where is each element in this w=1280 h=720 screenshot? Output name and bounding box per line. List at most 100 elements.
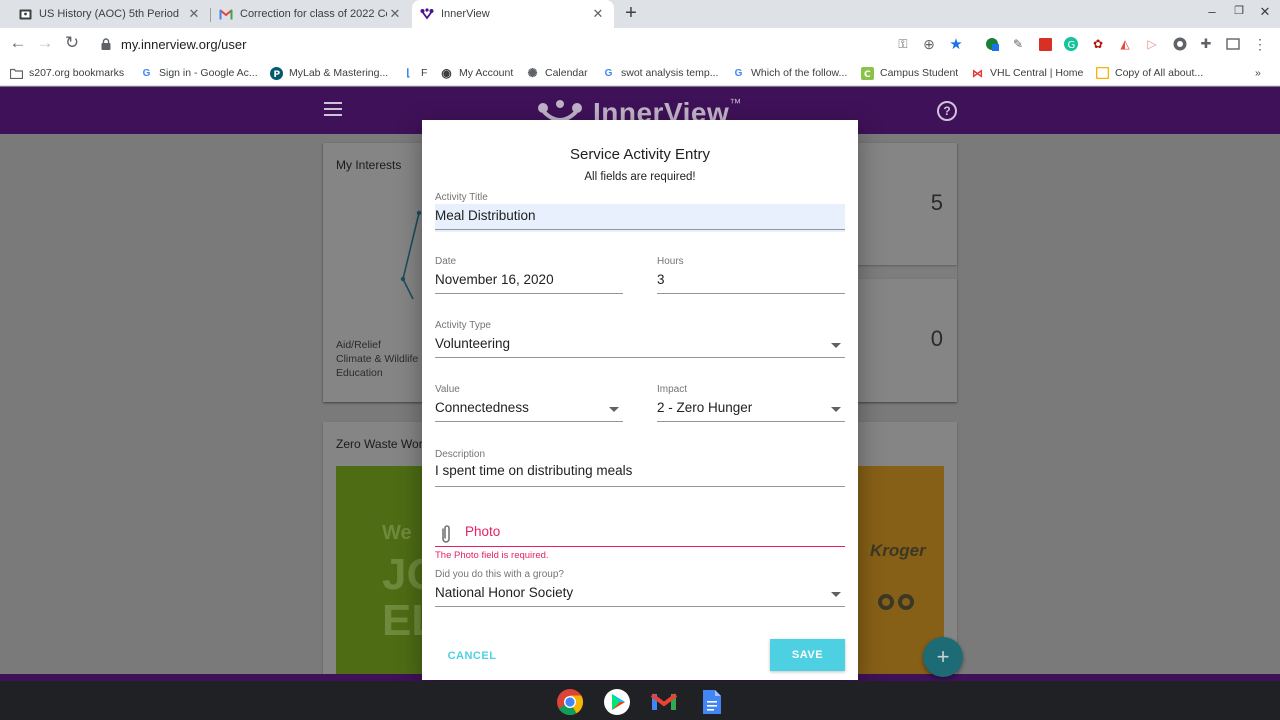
stat-card: 0 [858,279,957,402]
help-icon[interactable]: ? [937,101,957,121]
minimize-icon[interactable]: – [1203,4,1221,19]
chrome-icon[interactable] [556,688,584,716]
bookmark-item[interactable]: G Sign in - Google Ac... [140,64,258,82]
bookmarks-overflow-icon[interactable]: » [1255,64,1261,82]
forward-icon[interactable]: → [35,33,55,53]
dropdown-arrow-icon[interactable] [831,407,841,412]
field-label: Activity Title [435,192,488,203]
bookmark-label: Sign in - Google Ac... [159,67,258,79]
group-select-value: National Honor Society [435,585,574,600]
extension-icon[interactable]: ▷ [1144,36,1160,52]
stat-value: 0 [930,326,943,351]
bookmark-item[interactable]: P MyLab & Mastering... [270,64,388,82]
activity-title-field[interactable]: Activity Title Meal Distribution [435,192,845,232]
field-label: Hours [657,256,684,267]
address-bar[interactable]: my.innerview.org/user [92,30,972,58]
close-tab-icon[interactable]: ✕ [590,6,606,22]
close-window-icon[interactable]: ✕ [1256,4,1274,20]
field-underline [435,357,845,358]
bookmark-label: s207.org bookmarks [29,67,125,79]
close-tab-icon[interactable]: ✕ [186,6,202,22]
promo-banner: We JO EL [336,466,428,674]
close-tab-icon[interactable]: ✕ [387,6,403,22]
field-underline [435,606,845,607]
zoom-icon[interactable]: ⊕ [921,36,937,52]
globe-icon: ◉ [441,66,452,80]
activity-title-input[interactable]: Meal Distribution [435,208,536,223]
grammarly-icon[interactable]: G [1063,36,1079,52]
hours-input[interactable]: 3 [657,272,665,287]
bookmark-item[interactable]: ⌊ F [402,64,428,82]
terracycle-logo-icon [878,594,915,610]
bookmark-label: Campus Student [880,67,959,79]
dropdown-arrow-icon[interactable] [609,407,619,412]
campus-icon: C [861,66,874,80]
slides-icon [1096,67,1109,80]
back-icon[interactable]: ← [8,33,28,53]
photo-upload-field[interactable]: Photo [465,524,500,539]
lock-icon [101,38,111,50]
reload-icon[interactable]: ↻ [62,33,82,53]
restore-icon[interactable]: ❐ [1230,4,1248,17]
docs-icon[interactable] [697,688,725,716]
description-field[interactable]: Description I spent time on distributing… [435,449,845,487]
extension-icon[interactable] [984,36,1000,52]
field-underline [435,229,845,230]
bookmark-label: Calendar [545,67,588,79]
new-tab-icon[interactable]: + [622,3,640,23]
key-icon[interactable]: ⚿ [895,36,911,52]
bookmark-item[interactable]: C Campus Student [861,64,958,82]
bookmark-star-icon[interactable]: ★ [948,36,964,53]
puzzle-icon[interactable]: ✚ [1198,36,1214,52]
date-field[interactable]: Date November 16, 2020 [435,256,623,294]
extension-icon[interactable]: ✿ [1090,36,1106,52]
play-store-icon[interactable] [603,688,631,716]
bookmark-item[interactable]: ✺ Calendar [526,64,588,82]
activity-type-select[interactable]: Activity Type Volunteering [435,320,845,358]
card-title: Zero Waste Wor [336,437,423,451]
google-icon: G [604,67,613,79]
tab-strip: US History (AOC) 5th Period ✕ Correction… [0,0,1280,28]
tab-gmail-correction[interactable]: Correction for class of 2022 Cou ✕ [211,0,411,28]
field-underline [435,486,845,487]
bookmark-item[interactable]: ◉ My Account [440,64,513,82]
bookmark-item[interactable]: G Which of the follow... [732,64,848,82]
bookmark-item[interactable]: Copy of All about... [1096,64,1203,82]
svg-text:C: C [864,70,871,80]
pearson-icon: P [270,66,283,80]
bookmark-item[interactable]: ⋈ VHL Central | Home [971,64,1083,82]
legend-item: Education [336,367,383,379]
group-select[interactable]: Did you do this with a group? National H… [435,569,845,607]
bookmark-item[interactable]: s207.org bookmarks [10,64,124,82]
impact-select[interactable]: Impact 2 - Zero Hunger [657,384,845,422]
stat-card: 5 [858,143,957,265]
extension-icon[interactable] [1037,36,1053,52]
date-input[interactable]: November 16, 2020 [435,272,554,287]
field-underline-error [435,546,845,547]
hours-field[interactable]: Hours 3 [657,256,845,294]
kebab-menu-icon[interactable]: ⋮ [1252,36,1268,52]
description-input[interactable]: I spent time on distributing meals [435,463,632,478]
google-icon: G [142,67,151,79]
dropdown-arrow-icon[interactable] [831,592,841,597]
gmail-app-icon[interactable] [650,688,678,716]
paperclip-icon[interactable] [439,524,453,544]
cancel-button[interactable]: CANCEL [440,642,504,670]
logo-trademark: ™ [729,96,742,110]
hamburger-menu-icon[interactable] [324,102,342,118]
field-label: Value [435,384,460,395]
value-select[interactable]: Value Connectedness [435,384,623,422]
extension-icon[interactable]: ◭ [1117,36,1133,52]
innerview-icon [420,7,434,21]
tab-innerview[interactable]: InnerView ✕ [412,0,614,28]
cast-icon[interactable] [1225,36,1241,52]
extension-icon[interactable] [1172,36,1188,52]
dropdown-arrow-icon[interactable] [831,343,841,348]
tab-us-history[interactable]: US History (AOC) 5th Period ✕ [10,0,210,28]
field-label: Date [435,256,457,267]
add-entry-fab[interactable]: + [923,637,963,677]
os-shelf [0,681,1280,720]
extension-icon[interactable]: ✎ [1010,36,1026,52]
bookmark-item[interactable]: G swot analysis temp... [602,64,719,82]
save-button[interactable]: SAVE [770,639,845,671]
